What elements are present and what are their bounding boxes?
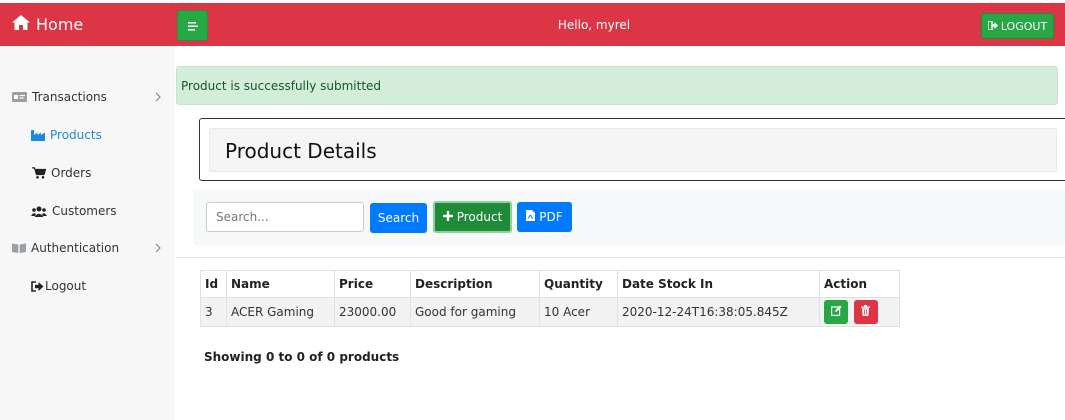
brand-home-link[interactable]: Home	[12, 3, 83, 46]
card-header: Product Details	[209, 128, 1057, 172]
plus-icon	[442, 210, 453, 224]
sidebar-item-label: Customers	[52, 204, 117, 218]
sidebar-item-transactions[interactable]: Transactions	[0, 82, 175, 112]
sign-out-icon	[987, 19, 998, 33]
cell-name: ACER Gaming	[226, 297, 335, 327]
column-header-description: Description	[410, 270, 540, 298]
chevron-right-icon	[155, 242, 161, 256]
logout-button[interactable]: LOGOUT	[981, 13, 1054, 39]
sidebar-item-label: Logout	[45, 279, 87, 293]
sidebar-item-products[interactable]: Products	[0, 120, 175, 150]
logout-label: LOGOUT	[1000, 19, 1048, 33]
table-header-row: Id Name Price Description Quantity Date …	[200, 270, 900, 298]
id-card-icon	[12, 92, 27, 102]
cell-id: 3	[200, 297, 227, 327]
section-divider	[176, 257, 1065, 258]
table-row: 3 ACER Gaming 23000.00 Good for gaming 1…	[200, 297, 900, 327]
sidebar-item-orders[interactable]: Orders	[0, 158, 175, 188]
cell-action	[819, 297, 900, 327]
cart-icon	[32, 167, 46, 179]
search-button-label: Search	[377, 211, 420, 225]
pdf-label: PDF	[539, 210, 563, 224]
home-icon	[12, 15, 36, 34]
menu-icon	[187, 16, 198, 35]
column-header-id: Id	[200, 270, 227, 298]
sidebar: Transactions Products Orders Customers A…	[0, 46, 175, 420]
chevron-right-icon	[155, 91, 161, 105]
edit-button[interactable]	[824, 300, 848, 324]
file-pdf-icon	[526, 210, 536, 224]
users-icon	[31, 206, 47, 217]
pagination-info: Showing 0 to 0 of 0 products	[204, 350, 400, 364]
search-input[interactable]	[206, 202, 364, 232]
edit-icon	[830, 305, 842, 319]
product-details-card: Product Details	[199, 118, 1065, 181]
column-header-name: Name	[226, 270, 335, 298]
brand-label: Home	[36, 15, 84, 34]
cell-price: 23000.00	[334, 297, 411, 327]
products-table: Id Name Price Description Quantity Date …	[200, 270, 900, 327]
sidebar-item-authentication[interactable]: Authentication	[0, 233, 175, 263]
sidebar-item-customers[interactable]: Customers	[0, 196, 175, 226]
sign-out-icon	[31, 280, 44, 292]
success-alert: Product is successfully submitted	[176, 66, 1058, 105]
sidebar-item-label: Transactions	[32, 90, 107, 104]
column-header-date-stock-in: Date Stock In	[617, 270, 820, 298]
column-header-quantity: Quantity	[539, 270, 618, 298]
alert-message: Product is successfully submitted	[181, 78, 382, 93]
column-header-action: Action	[819, 270, 900, 298]
industry-icon	[31, 129, 45, 141]
sidebar-item-label: Products	[50, 128, 102, 142]
toolbar: Search Product PDF	[193, 189, 1065, 245]
sidebar-toggle-button[interactable]	[177, 10, 208, 41]
sidebar-item-label: Orders	[51, 166, 92, 180]
delete-button[interactable]	[853, 300, 878, 324]
add-product-label: Product	[456, 210, 503, 224]
add-product-button[interactable]: Product	[433, 201, 512, 233]
top-navbar: Home Hello, myrel LOGOUT	[0, 3, 1065, 46]
greeting-text: Hello, myrel	[557, 17, 631, 32]
cell-description: Good for gaming	[410, 297, 540, 327]
trash-icon	[861, 305, 871, 319]
page-title: Product Details	[225, 139, 377, 163]
column-header-price: Price	[334, 270, 411, 298]
cell-quantity: 10 Acer	[539, 297, 618, 327]
search-button[interactable]: Search	[370, 203, 427, 233]
sidebar-item-logout[interactable]: Logout	[0, 271, 175, 301]
cell-date-stock-in: 2020-12-24T16:38:05.845Z	[617, 297, 820, 327]
pdf-export-button[interactable]: PDF	[517, 202, 572, 232]
book-icon	[12, 243, 26, 253]
sidebar-item-label: Authentication	[31, 241, 120, 255]
